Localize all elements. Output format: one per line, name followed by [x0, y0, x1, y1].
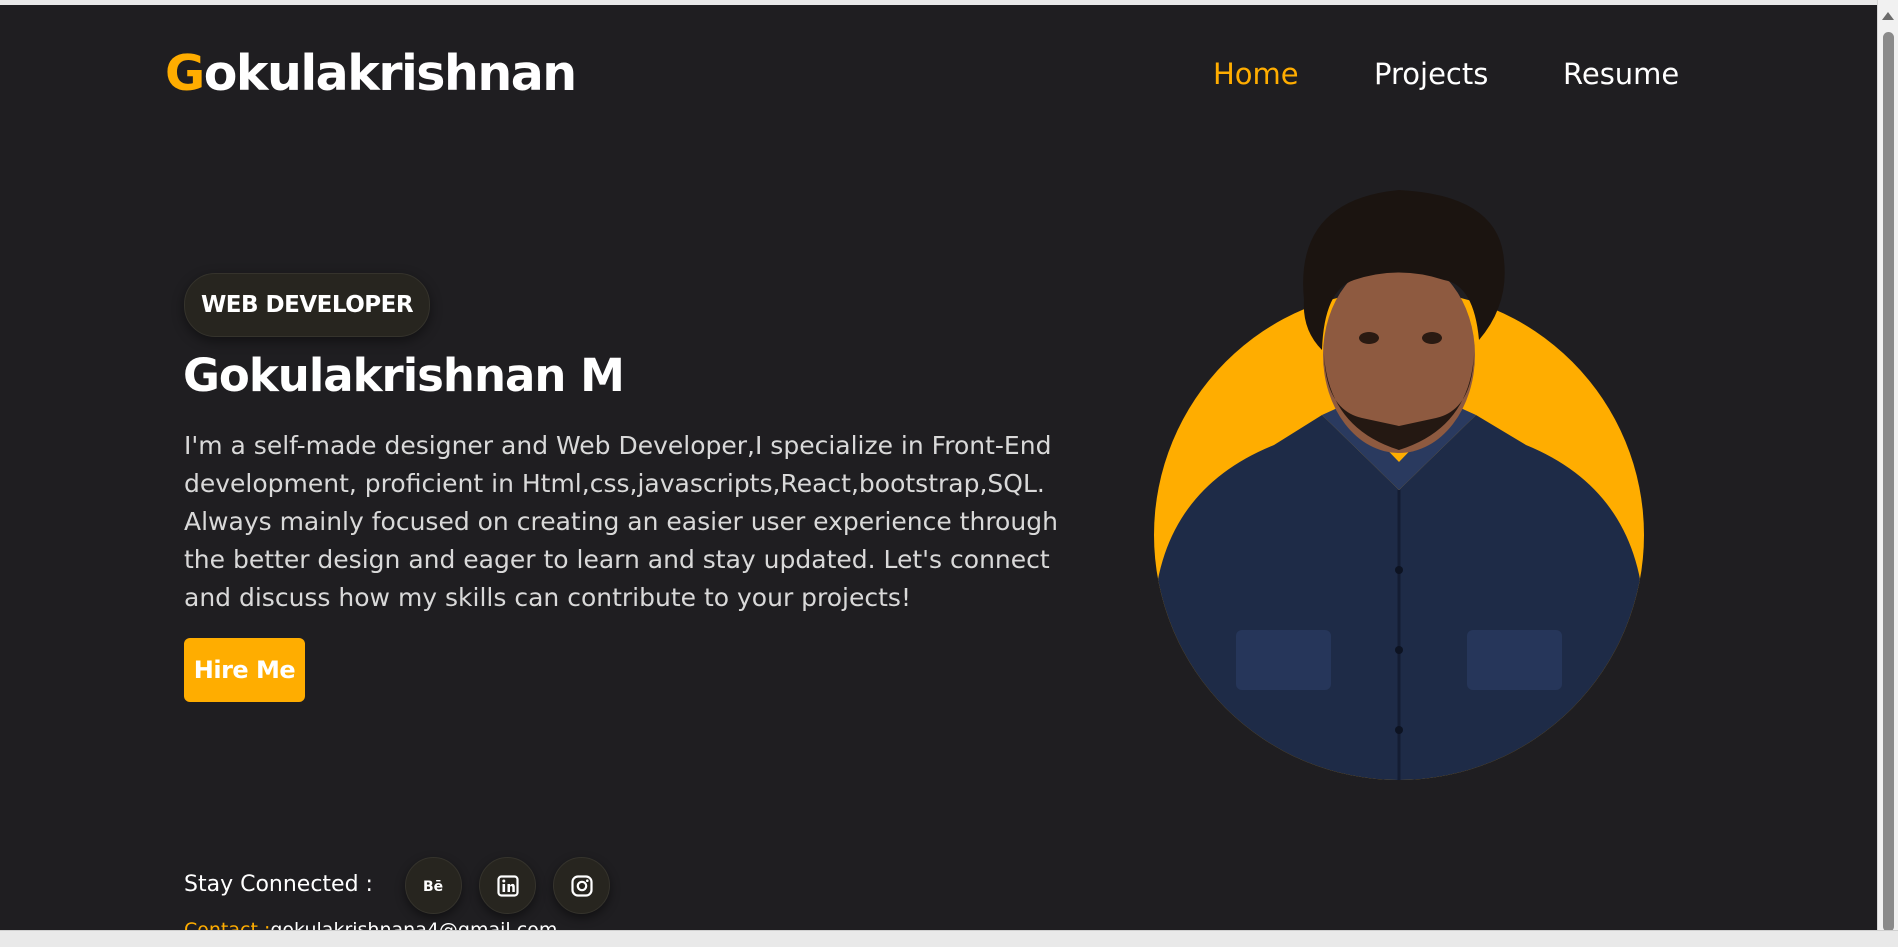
scroll-up-arrow-icon[interactable] — [1882, 12, 1894, 20]
vertical-scrollbar[interactable] — [1877, 0, 1898, 946]
role-badge: WEB DEVELOPER — [184, 273, 430, 337]
window-top-edge — [0, 0, 1898, 5]
logo-initial: G — [165, 45, 205, 102]
instagram-link[interactable] — [553, 857, 610, 914]
nav-resume[interactable]: Resume — [1563, 56, 1679, 92]
hero-name: Gokulakrishnan M — [183, 349, 625, 402]
nav-projects[interactable]: Projects — [1374, 56, 1488, 92]
linkedin-link[interactable] — [479, 857, 536, 914]
behance-link[interactable]: Bē — [405, 857, 462, 914]
taskbar-strip — [0, 930, 1898, 947]
svg-text:Bē: Bē — [423, 879, 443, 895]
scrollbar-thumb[interactable] — [1883, 32, 1894, 932]
site-logo[interactable]: Gokulakrishnan — [165, 44, 577, 104]
logo-text: okulakrishnan — [203, 45, 577, 102]
linkedin-icon — [496, 874, 519, 897]
behance-icon: Bē — [423, 879, 443, 895]
person-figure — [1154, 190, 1644, 780]
hire-me-button[interactable]: Hire Me — [184, 638, 305, 702]
profile-photo — [1154, 190, 1644, 780]
hero-bio: I'm a self-made designer and Web Develop… — [184, 431, 1058, 612]
contact-label: Contact : — [184, 919, 271, 930]
instagram-icon — [570, 874, 593, 897]
nav-home[interactable]: Home — [1213, 56, 1299, 92]
contact-line: Contact :gokulakrishnana4@gmail.com — [184, 918, 557, 930]
stay-connected-label: Stay Connected : — [184, 872, 373, 897]
contact-email[interactable]: gokulakrishnana4@gmail.com — [270, 919, 557, 930]
